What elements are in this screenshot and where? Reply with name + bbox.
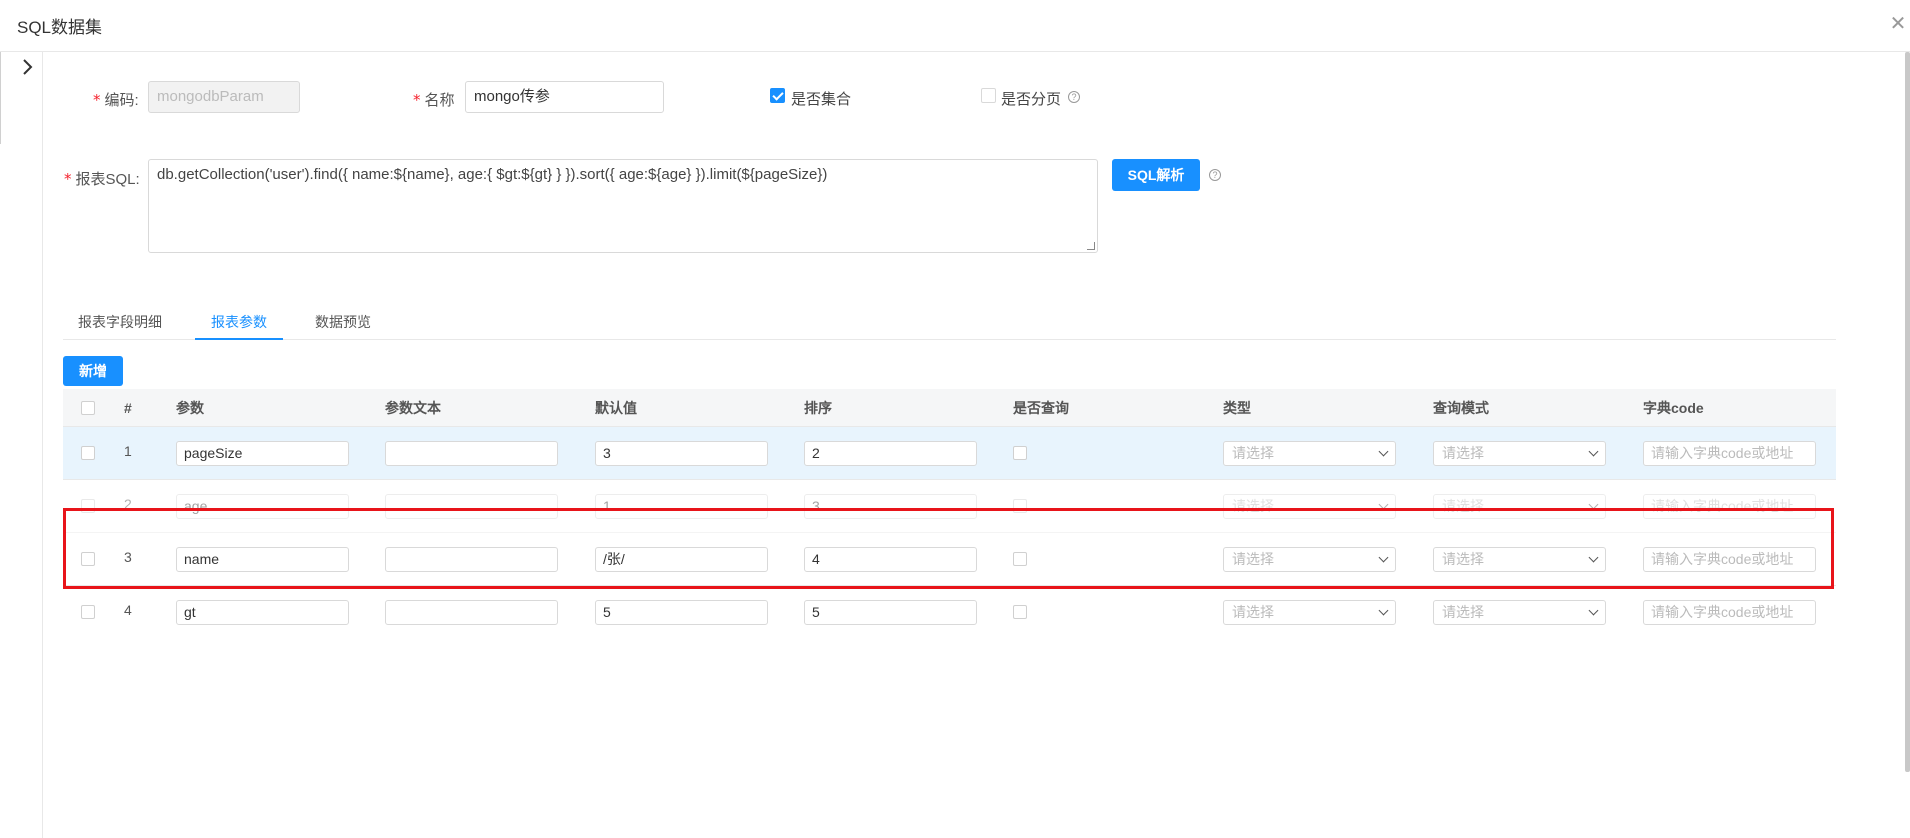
name-field[interactable]: mongo传参: [465, 81, 664, 113]
col-param-text: 参数文本: [385, 400, 441, 416]
table-row[interactable]: 4 gt 5 5 请选择 请选择 请输入字典code或地址: [63, 586, 1836, 639]
table-header: # 参数 参数文本 默认值 排序 是否查询 类型 查询模式 字典code: [63, 389, 1836, 427]
chevron-down-icon: [1588, 446, 1599, 457]
row-number: 4: [124, 602, 132, 618]
resize-handle-icon[interactable]: [1087, 242, 1095, 250]
sql-text: db.getCollection('user').find({ name:${n…: [157, 166, 828, 183]
chevron-down-icon: [1378, 605, 1389, 616]
chevron-right-icon[interactable]: [20, 58, 40, 78]
default-value-input[interactable]: 3: [595, 441, 768, 466]
default-value-input[interactable]: 5: [595, 600, 768, 625]
is-set-checkbox[interactable]: [770, 88, 785, 103]
is-set-label: 是否集合: [791, 91, 852, 108]
dialog-title: SQL数据集: [17, 18, 103, 37]
query-mode-select[interactable]: 请选择: [1433, 441, 1606, 466]
is-query-checkbox[interactable]: [1013, 446, 1027, 460]
col-dict-code: 字典code: [1643, 400, 1704, 416]
type-select-placeholder: 请选择: [1232, 604, 1274, 620]
add-button[interactable]: 新增: [63, 356, 123, 386]
name-label: * 名称: [413, 91, 455, 109]
scrollbar[interactable]: [1905, 52, 1910, 772]
table-row[interactable]: 1 pageSize 3 2 请选择 请选择 请输入字典code或地址: [63, 427, 1836, 480]
query-mode-select-placeholder: 请选择: [1442, 604, 1484, 620]
param-input[interactable]: gt: [176, 600, 349, 625]
order-input[interactable]: 2: [804, 441, 977, 466]
chevron-down-icon: [1588, 605, 1599, 616]
type-select[interactable]: 请选择: [1223, 441, 1396, 466]
query-mode-select[interactable]: 请选择: [1433, 600, 1606, 625]
sql-parse-button[interactable]: SQL解析: [1112, 159, 1200, 191]
is-query-checkbox[interactable]: [1013, 605, 1027, 619]
highlight-box: [63, 508, 1834, 589]
col-query-mode: 查询模式: [1433, 400, 1489, 416]
close-icon[interactable]: ✕: [1886, 12, 1910, 36]
col-order: 排序: [804, 400, 832, 416]
select-all-checkbox[interactable]: [81, 401, 95, 415]
order-input[interactable]: 5: [804, 600, 977, 625]
type-select-placeholder: 请选择: [1232, 445, 1274, 461]
param-text-input[interactable]: [385, 600, 558, 625]
col-param: 参数: [176, 400, 204, 416]
dict-code-input[interactable]: 请输入字典code或地址: [1643, 441, 1816, 466]
is-paged-label: 是否分页: [1001, 91, 1062, 108]
left-divider: [0, 52, 1, 144]
is-paged-checkbox[interactable]: [981, 88, 996, 103]
code-field: mongodbParam: [148, 81, 300, 113]
code-label: * 编码:: [93, 91, 139, 109]
col-default-value: 默认值: [595, 400, 637, 416]
param-input[interactable]: pageSize: [176, 441, 349, 466]
query-mode-select-placeholder: 请选择: [1442, 445, 1484, 461]
col-index: #: [124, 400, 132, 416]
dialog-header: SQL数据集 ✕: [0, 0, 1910, 52]
sql-textarea[interactable]: db.getCollection('user').find({ name:${n…: [148, 159, 1098, 253]
col-type: 类型: [1223, 400, 1251, 416]
sql-label: * 报表SQL:: [64, 170, 140, 188]
row-number: 1: [124, 443, 132, 459]
param-text-input[interactable]: [385, 441, 558, 466]
side-panel-divider: [42, 52, 43, 838]
row-checkbox[interactable]: [81, 446, 95, 460]
chevron-down-icon: [1378, 446, 1389, 457]
dict-code-input[interactable]: 请输入字典code或地址: [1643, 600, 1816, 625]
tab-field-details[interactable]: 报表字段明细: [78, 312, 162, 340]
type-select[interactable]: 请选择: [1223, 600, 1396, 625]
help-icon[interactable]: ?: [1068, 91, 1080, 103]
tab-bar: 报表字段明细 报表参数 数据预览: [63, 312, 1836, 340]
tab-data-preview[interactable]: 数据预览: [315, 312, 371, 340]
row-checkbox[interactable]: [81, 605, 95, 619]
col-is-query: 是否查询: [1013, 400, 1069, 416]
help-icon[interactable]: ?: [1209, 169, 1221, 181]
tab-report-params[interactable]: 报表参数: [195, 312, 283, 340]
